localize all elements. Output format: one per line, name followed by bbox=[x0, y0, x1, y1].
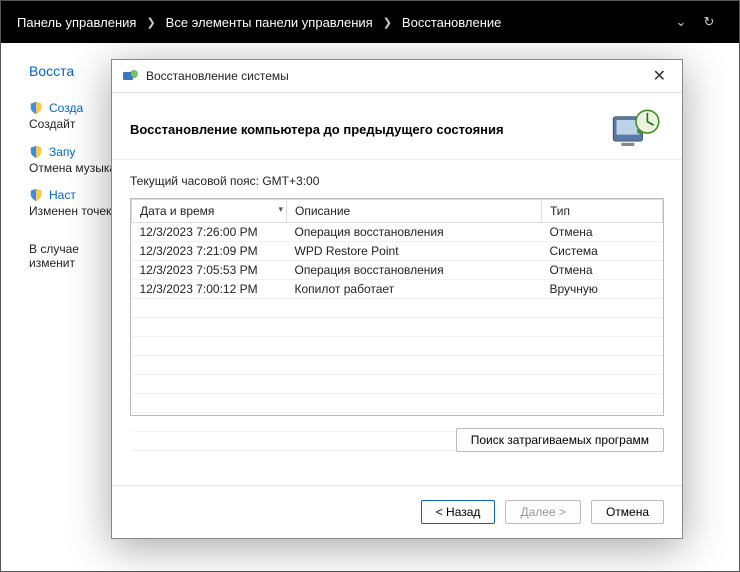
configure-restore-link[interactable]: Наст bbox=[49, 188, 76, 202]
shield-icon bbox=[29, 188, 43, 202]
restore-points-table[interactable]: Дата и время ▾ Описание Тип 12/3/2023 7:… bbox=[130, 198, 664, 416]
column-type[interactable]: Тип bbox=[542, 200, 663, 223]
table-row-empty: ... bbox=[132, 394, 663, 413]
table-cell: Отмена bbox=[542, 223, 663, 242]
column-description[interactable]: Описание bbox=[287, 200, 542, 223]
shield-icon bbox=[29, 101, 43, 115]
restore-large-icon bbox=[610, 107, 662, 151]
breadcrumb-item[interactable]: Все элементы панели управления bbox=[166, 15, 373, 30]
table-cell: Отмена bbox=[542, 261, 663, 280]
table-row-empty: ... bbox=[132, 375, 663, 394]
chevron-right-icon: ❯ bbox=[146, 16, 155, 29]
chevron-right-icon: ❯ bbox=[383, 16, 392, 29]
table-row[interactable]: 12/3/2023 7:05:53 PMОперация восстановле… bbox=[132, 261, 663, 280]
table-cell: Операция восстановления bbox=[287, 261, 542, 280]
table-cell: 12/3/2023 7:26:00 PM bbox=[132, 223, 287, 242]
refresh-icon[interactable]: ↻ bbox=[695, 14, 723, 30]
table-row-empty: ... bbox=[132, 337, 663, 356]
sort-desc-icon: ▾ bbox=[278, 204, 283, 215]
dialog-titlebar: Восстановление системы ✕ bbox=[112, 60, 682, 93]
dropdown-icon[interactable]: ⌄ bbox=[667, 14, 695, 30]
table-cell: 12/3/2023 7:05:53 PM bbox=[132, 261, 287, 280]
table-cell: Копилот работает bbox=[287, 280, 542, 299]
run-restore-link[interactable]: Запу bbox=[49, 145, 75, 159]
table-cell: Операция восстановления bbox=[287, 223, 542, 242]
table-cell: WPD Restore Point bbox=[287, 242, 542, 261]
table-row-empty: ... bbox=[132, 318, 663, 337]
open-text: В случае bbox=[29, 242, 79, 256]
system-restore-dialog: Восстановление системы ✕ Восстановление … bbox=[111, 59, 683, 539]
table-row[interactable]: 12/3/2023 7:00:12 PMКопилот работаетВруч… bbox=[132, 280, 663, 299]
dialog-title-text: Восстановление системы bbox=[146, 69, 289, 83]
breadcrumb-item[interactable]: Панель управления bbox=[17, 15, 136, 30]
table-cell: 12/3/2023 7:21:09 PM bbox=[132, 242, 287, 261]
column-datetime[interactable]: Дата и время ▾ bbox=[132, 200, 287, 223]
table-cell: Вручную bbox=[542, 280, 663, 299]
column-datetime-label: Дата и время bbox=[140, 204, 214, 218]
shield-icon bbox=[29, 145, 43, 159]
cancel-button[interactable]: Отмена bbox=[591, 500, 664, 524]
close-button[interactable]: ✕ bbox=[647, 66, 672, 86]
breadcrumb-bar: Панель управления ❯ Все элементы панели … bbox=[1, 1, 739, 43]
table-row[interactable]: 12/3/2023 7:21:09 PMWPD Restore PointСис… bbox=[132, 242, 663, 261]
dialog-headline: Восстановление компьютера до предыдущего… bbox=[130, 122, 504, 137]
timezone-text: Текущий часовой пояс: GMT+3:00 bbox=[130, 174, 664, 188]
next-button: Далее > bbox=[505, 500, 581, 524]
restore-icon bbox=[122, 68, 138, 84]
table-row-empty: ... bbox=[132, 356, 663, 375]
table-cell: 12/3/2023 7:00:12 PM bbox=[132, 280, 287, 299]
scan-programs-button[interactable]: Поиск затрагиваемых программ bbox=[456, 428, 664, 452]
table-row[interactable]: 12/3/2023 7:26:00 PMОперация восстановле… bbox=[132, 223, 663, 242]
create-drive-link[interactable]: Созда bbox=[49, 101, 83, 115]
back-button[interactable]: < Назад bbox=[421, 500, 496, 524]
breadcrumb-item[interactable]: Восстановление bbox=[402, 15, 501, 30]
table-row-empty: ... bbox=[132, 299, 663, 318]
table-cell: Система bbox=[542, 242, 663, 261]
